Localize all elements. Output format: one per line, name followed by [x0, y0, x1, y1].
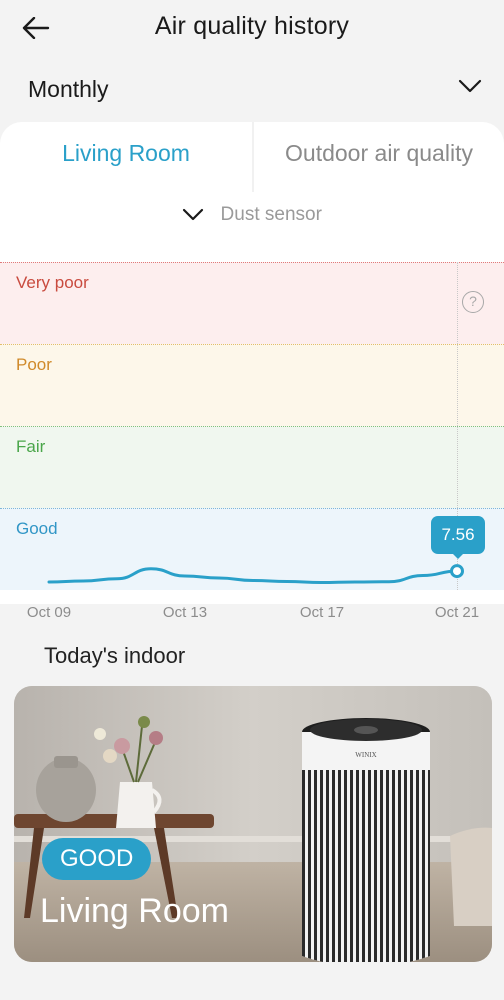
- value-badge-pointer: [452, 553, 464, 559]
- period-label: Monthly: [28, 76, 109, 102]
- room-name: Living Room: [40, 892, 229, 930]
- tab-outdoor-air-quality[interactable]: Outdoor air quality: [254, 140, 504, 180]
- chevron-down-icon: [182, 208, 204, 221]
- x-tick-label: Oct 21: [434, 604, 480, 621]
- tab-living-room[interactable]: Living Room: [0, 140, 252, 180]
- history-card: Living Room Outdoor air quality Dust sen…: [0, 122, 504, 621]
- room-card-living-room[interactable]: WINIX GOOD Living Room: [14, 686, 492, 962]
- x-tick-label: Oct 17: [299, 604, 345, 621]
- sensor-label: Dust sensor: [220, 204, 322, 225]
- chevron-down-icon: [458, 79, 482, 93]
- band-very-poor: Very poor: [0, 262, 504, 344]
- x-tick-label: Oct 09: [26, 604, 72, 621]
- band-fair: Fair: [0, 426, 504, 508]
- level-label-fair: Fair: [16, 437, 46, 456]
- sensor-dropdown[interactable]: Dust sensor: [0, 204, 504, 232]
- app-header: Air quality history: [0, 0, 504, 56]
- dust-series-line: [47, 567, 459, 585]
- period-dropdown[interactable]: Monthly: [0, 62, 504, 118]
- help-icon[interactable]: ?: [462, 291, 484, 313]
- purifier-brand-mark: WINIX: [355, 751, 376, 759]
- page-title: Air quality history: [154, 12, 350, 40]
- band-poor: Poor: [0, 344, 504, 426]
- dust-line-chart: [47, 564, 464, 585]
- air-quality-status-badge: GOOD: [42, 838, 152, 880]
- today-indoor-heading: Today's indoor: [44, 643, 186, 668]
- level-label-very-poor: Very poor: [16, 273, 89, 292]
- current-value-badge: 7.56: [431, 516, 485, 554]
- level-label-poor: Poor: [16, 355, 52, 374]
- x-tick-label: Oct 13: [162, 604, 208, 621]
- current-point-marker: [450, 564, 464, 579]
